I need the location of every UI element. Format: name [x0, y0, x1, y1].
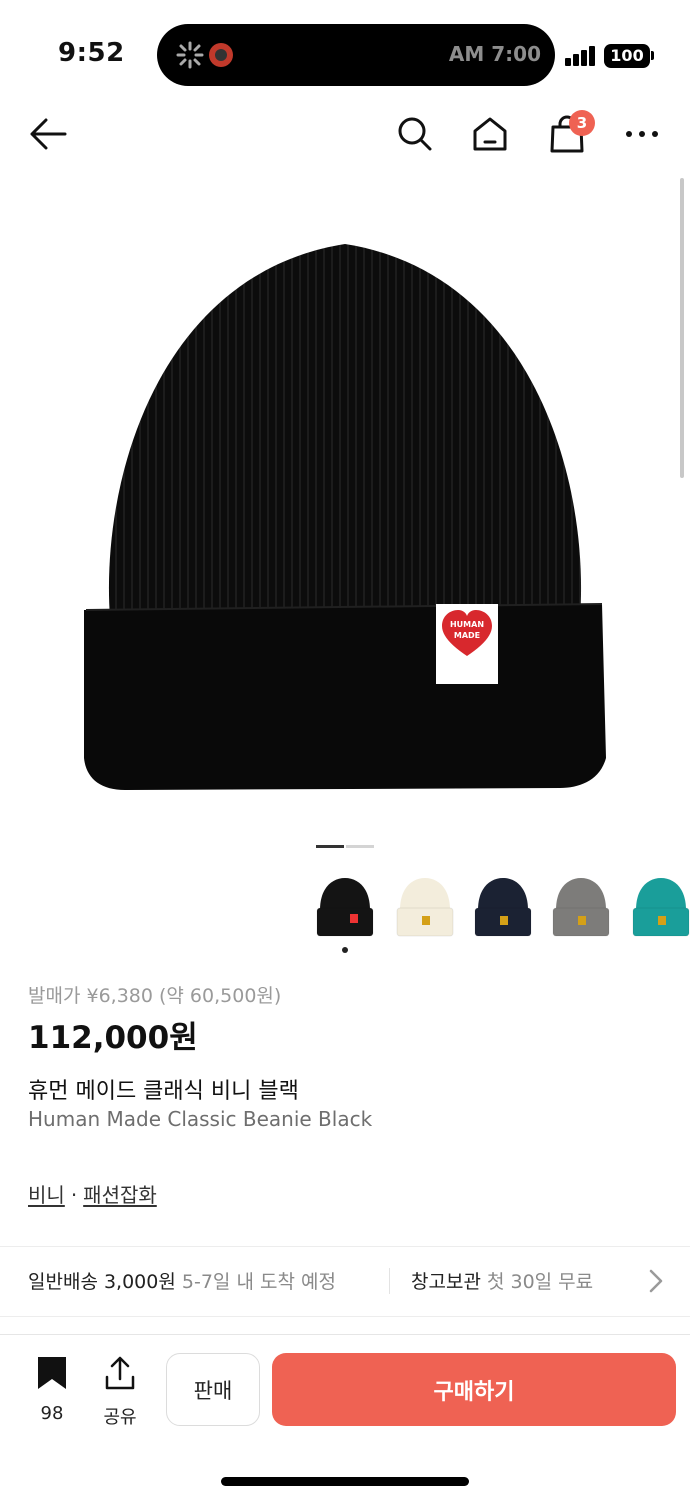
status-time: 9:52: [58, 38, 125, 68]
standard-delivery: 일반배송 3,000원 5-7일 내 도착 예정: [28, 1267, 336, 1294]
category-link-beanie[interactable]: 비니: [28, 1183, 65, 1207]
category-separator: ·: [70, 1183, 78, 1207]
search-button[interactable]: [393, 112, 437, 156]
carousel-dot-active: [316, 845, 344, 848]
cart-button[interactable]: 3: [545, 110, 595, 156]
signal-icon: [565, 44, 597, 66]
warehouse-storage-label: 창고보관: [411, 1271, 481, 1293]
share-icon: [105, 1356, 135, 1390]
status-bar: 9:52 AM 7:00 100: [0, 0, 690, 100]
bookmark-count: 98: [40, 1403, 64, 1424]
carousel-dot-inactive: [346, 845, 374, 848]
back-arrow-icon: [30, 118, 67, 150]
island-activity-icon: [176, 41, 233, 69]
brand-label-line1: HUMAN: [450, 620, 484, 629]
search-icon: [398, 117, 432, 151]
divider: [0, 1246, 690, 1247]
more-icon: [626, 131, 658, 137]
top-nav: 3: [0, 100, 690, 170]
thumbnail-teal[interactable]: [628, 870, 690, 942]
thumbnail-cream[interactable]: [392, 870, 458, 942]
thumbnail-black[interactable]: [312, 870, 378, 942]
battery-tip: [651, 51, 654, 60]
bookmark-icon: [38, 1357, 66, 1389]
warehouse-storage: 창고보관 첫 30일 무료: [411, 1267, 593, 1294]
product-image[interactable]: HUMAN MADE: [0, 178, 690, 838]
carousel-indicator: [316, 845, 376, 848]
product-name-korean: 휴먼 메이드 클래식 비니 블랙: [28, 1079, 299, 1104]
divider: [0, 1316, 690, 1317]
bottom-action-bar: 98 공유 판매 구매하기: [0, 1335, 690, 1500]
release-price: 발매가 ¥6,380 (약 60,500원): [28, 985, 282, 1007]
back-button[interactable]: [26, 112, 70, 156]
dynamic-island: AM 7:00: [157, 24, 555, 86]
home-button[interactable]: [468, 112, 512, 156]
island-alarm-text: AM 7:00: [448, 42, 541, 66]
share-label: 공유: [103, 1407, 137, 1428]
category-breadcrumb: 비니 · 패션잡화: [28, 1179, 157, 1208]
thumbnail-navy[interactable]: [470, 870, 536, 942]
warehouse-storage-desc: 첫 30일 무료: [486, 1271, 594, 1293]
thumb-crown: [320, 878, 370, 910]
page-scrollbar[interactable]: [680, 178, 684, 478]
standard-delivery-eta: 5-7일 내 도착 예정: [181, 1271, 336, 1293]
home-icon: [473, 117, 507, 151]
product-name-english: Human Made Classic Beanie Black: [28, 1107, 373, 1131]
brand-label-logo: [436, 604, 498, 684]
sell-button[interactable]: 판매: [166, 1353, 260, 1426]
chevron-right-icon: [649, 1269, 663, 1293]
delivery-separator: [389, 1268, 390, 1294]
color-thumbnail-row: [312, 870, 690, 960]
share-button[interactable]: 공유: [96, 1355, 144, 1428]
home-indicator[interactable]: [221, 1477, 469, 1486]
brand-label-line2: MADE: [454, 631, 480, 640]
beanie-illustration: HUMAN MADE: [84, 244, 606, 790]
cart-count-badge: 3: [569, 110, 595, 136]
standard-delivery-label: 일반배송 3,000원: [28, 1271, 176, 1293]
thumbnail-gray[interactable]: [548, 870, 614, 942]
selected-thumbnail-dot: [342, 947, 348, 953]
more-button[interactable]: [620, 112, 664, 156]
delivery-options-row[interactable]: 일반배송 3,000원 5-7일 내 도착 예정 창고보관 첫 30일 무료: [0, 1248, 690, 1314]
buy-button[interactable]: 구매하기: [272, 1353, 676, 1426]
battery-icon: 100: [604, 44, 650, 68]
product-price: 112,000원: [28, 1020, 198, 1056]
bookmark-button[interactable]: 98: [28, 1355, 76, 1425]
category-link-fashion-accessories[interactable]: 패션잡화: [83, 1183, 157, 1207]
